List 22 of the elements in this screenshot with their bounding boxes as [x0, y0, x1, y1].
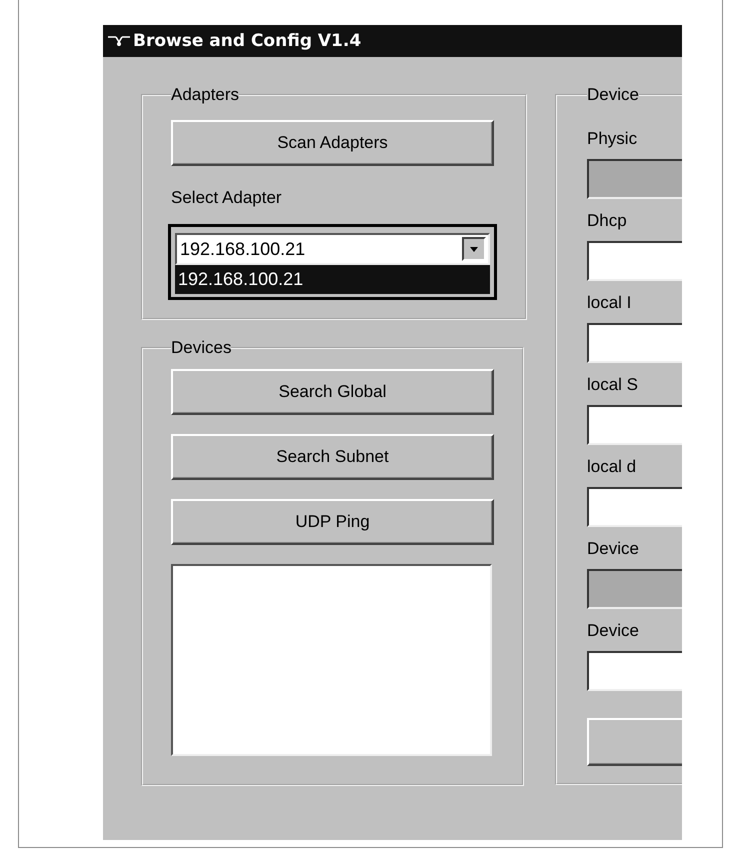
- action-button[interactable]: Search Global: [171, 369, 494, 415]
- field-label: Dhcp: [587, 211, 628, 232]
- action-button[interactable]: UDP Ping: [171, 499, 494, 545]
- scan-adapters-button[interactable]: Scan Adapters: [171, 120, 494, 166]
- caret-icon: [470, 246, 478, 252]
- combo-value: 192.168.100.21: [179, 238, 306, 260]
- action-button[interactable]: Search Subnet: [171, 434, 494, 480]
- dropdown-button[interactable]: [462, 237, 486, 261]
- group-label: Adapters: [171, 85, 240, 105]
- adapter-combo-box[interactable]: 192.168.100.21: [175, 233, 490, 265]
- dropdown-option[interactable]: 192.168.100.21: [175, 265, 490, 294]
- field-label: Physic: [587, 129, 638, 150]
- field-label: local d: [587, 457, 638, 478]
- field-label: local S: [587, 375, 640, 396]
- field-label: Device: [587, 539, 640, 560]
- field-label: Select Adapter: [171, 188, 283, 208]
- field-label: Device: [587, 621, 640, 642]
- group-label: Device: [587, 85, 639, 105]
- group-label: Devices: [171, 338, 232, 358]
- field-label: local I: [587, 293, 632, 314]
- window-title: Browse and Config V1.4: [133, 31, 362, 51]
- antenna-icon: [107, 34, 131, 48]
